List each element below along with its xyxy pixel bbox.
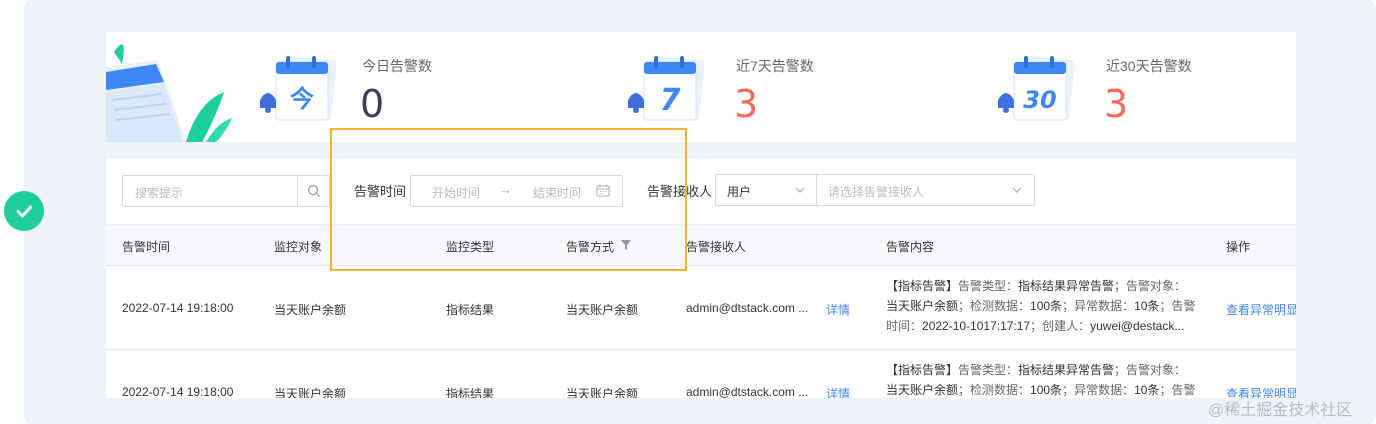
cell-monitor-object: 当天账户余额 <box>274 303 347 317</box>
calendar-7-icon: 7 <box>628 55 705 121</box>
content-text: 100条 <box>1030 299 1063 313</box>
cell-monitor-type: 指标结果 <box>446 387 495 398</box>
content-text: 100条 <box>1030 383 1063 397</box>
content-text: 2022-10-1017:17:17 <box>922 319 1031 333</box>
view-anomaly-link[interactable]: 查看异常明显 <box>1226 301 1296 318</box>
chevron-down-icon <box>1012 187 1022 193</box>
header-alert-time[interactable]: 告警时间 <box>122 238 170 255</box>
header-alert-method[interactable]: 告警方式 <box>566 238 614 255</box>
calendar-30-icon: 30 <box>998 55 1075 121</box>
start-time-input[interactable]: 开始时间 <box>432 184 480 201</box>
arrow-right-icon: → <box>499 182 512 197</box>
content-text: 指标结果异常告警 <box>1018 279 1115 293</box>
detail-link[interactable]: 详情 <box>826 385 850 398</box>
stat-label: 近7天告警数 <box>736 58 814 74</box>
search-icon <box>307 184 320 197</box>
receiver-select[interactable]: 请选择告警接收人 <box>816 174 1035 206</box>
header-monitor-object[interactable]: 监控对象 <box>274 238 322 255</box>
content-text: 告警类型： <box>958 279 1019 293</box>
content-text: 告警类型： <box>958 363 1019 377</box>
content-text: ；检测数据： <box>958 299 1031 313</box>
content-text: ；异常数据： <box>1062 299 1135 313</box>
cell-alert-method: 当天账户余额 <box>566 387 639 398</box>
receiver-placeholder: 请选择告警接收人 <box>828 185 925 199</box>
decoration-illustration <box>106 44 232 142</box>
table-row: 2022-07-14 19:18:00 当天账户余额 指标结果 当天账户余额 a… <box>106 266 1296 350</box>
calendar-text: 30 <box>1023 86 1056 114</box>
end-time-input[interactable]: 结束时间 <box>533 184 581 201</box>
stat-value: 3 <box>734 82 759 126</box>
cell-monitor-object: 当天账户余额 <box>274 387 347 398</box>
content-text: ；告警对象： <box>1114 363 1187 377</box>
header-actions: 操作 <box>1226 240 1251 254</box>
time-filter-label: 告警时间 <box>354 184 407 199</box>
content-text: 当天账户余额 <box>886 299 959 313</box>
content-text: ；创建人： <box>1030 319 1091 333</box>
table-header: 告警时间 监控对象 监控类型 告警方式 告警接收人 告警内容 操作 <box>106 224 1296 266</box>
cell-alert-method: 当天账户余额 <box>566 303 639 317</box>
stats-panel: 今 今日告警数 0 7 近7天告警数 3 30 近30天告警数 3 <box>106 32 1296 142</box>
receiver-filter-label: 告警接收人 <box>647 184 713 199</box>
header-receiver[interactable]: 告警接收人 <box>686 238 746 255</box>
content-text: ；异常数据： <box>1062 383 1135 397</box>
calendar-today-icon: 今 <box>260 55 337 121</box>
time-range-picker[interactable]: 开始时间 → 结束时间 <box>410 175 623 207</box>
alert-table-panel: 搜索提示 告警时间 开始时间 → 结束时间 告警接收人 用户 请选择告警接收人 … <box>106 158 1296 398</box>
stat-value: 3 <box>1104 82 1129 126</box>
stat-label: 今日告警数 <box>362 58 432 74</box>
cell-alert-content: 【指标告警】告警类型：指标结果异常告警；告警对象： 当天账户余额；检测数据：10… <box>886 276 1196 336</box>
receiver-type-select[interactable]: 用户 <box>715 174 817 206</box>
search-button[interactable] <box>297 176 329 206</box>
content-text: 10条 <box>1134 299 1160 313</box>
watermark: @稀土掘金技术社区 <box>1208 402 1353 419</box>
receiver-type-value: 用户 <box>727 185 752 199</box>
stat-label: 近30天告警数 <box>1106 58 1192 74</box>
cell-receiver: admin@dtstack.com ... <box>686 301 809 315</box>
calendar-text: 今 <box>290 85 314 113</box>
cell-alert-time: 2022-07-14 19:18:00 <box>122 301 234 315</box>
check-circle-icon <box>4 191 44 231</box>
header-content[interactable]: 告警内容 <box>886 238 934 255</box>
search-input[interactable]: 搜索提示 <box>122 175 330 207</box>
table-row: 2022-07-14 19:18:00 当天账户余额 指标结果 当天账户余额 a… <box>106 350 1296 398</box>
cell-alert-content: 【指标告警】告警类型：指标结果异常告警；告警对象： 当天账户余额；检测数据：10… <box>886 360 1196 398</box>
cell-monitor-type: 指标结果 <box>446 303 495 317</box>
content-text: 【指标告警】 <box>886 363 959 377</box>
content-text: ；检测数据： <box>958 383 1031 397</box>
calendar-icon <box>596 184 610 197</box>
content-text: 时间： <box>886 319 923 333</box>
calendar-text: 7 <box>660 83 681 118</box>
content-text: 【指标告警】 <box>886 279 959 293</box>
header-monitor-type[interactable]: 监控类型 <box>446 238 494 255</box>
content-text: yuwei@destack... <box>1090 319 1185 333</box>
search-placeholder: 搜索提示 <box>135 186 184 200</box>
content-text: 10条 <box>1134 383 1160 397</box>
stat-value: 0 <box>360 82 385 126</box>
cell-alert-time: 2022-07-14 19:18:00 <box>122 385 234 398</box>
content-text: ；告警 <box>1159 299 1196 313</box>
content-text: ；告警 <box>1159 383 1196 397</box>
filter-icon[interactable] <box>621 240 631 251</box>
content-text: 当天账户余额 <box>886 383 959 397</box>
cell-receiver: admin@dtstack.com ... <box>686 385 809 398</box>
filter-bar: 搜索提示 告警时间 开始时间 → 结束时间 告警接收人 用户 请选择告警接收人 <box>106 158 1296 222</box>
chevron-down-icon <box>795 187 805 193</box>
content-text: ；告警对象： <box>1114 279 1187 293</box>
content-text: 指标结果异常告警 <box>1018 363 1115 377</box>
detail-link[interactable]: 详情 <box>826 301 850 318</box>
